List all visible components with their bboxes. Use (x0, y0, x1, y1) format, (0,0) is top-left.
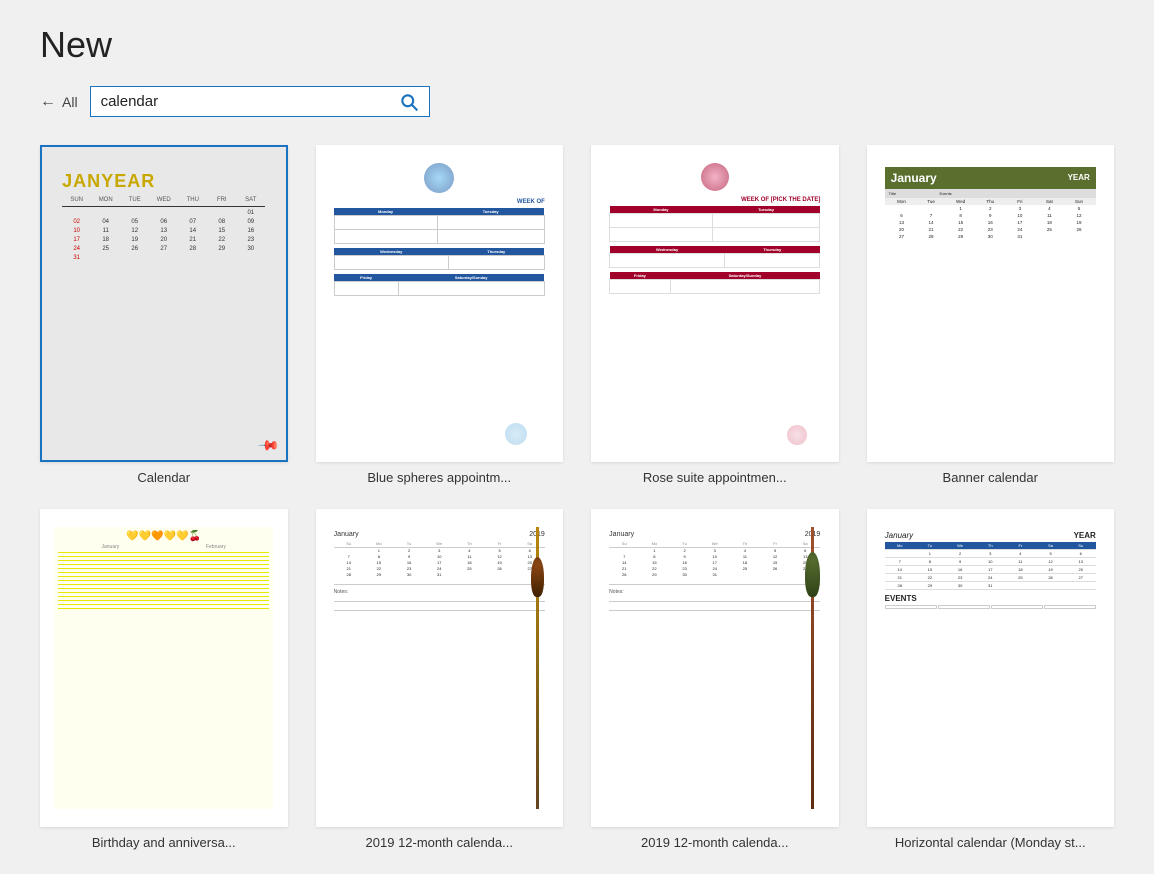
page-title: New (40, 24, 1114, 66)
template-item[interactable]: WEEK OF [PICK THE DATE] MondayTuesday We… (591, 145, 839, 485)
template-item[interactable]: January 2019 Su Mo Tu We Th Fr Sa 123456… (316, 509, 564, 849)
template-label: Birthday and anniversa... (40, 835, 288, 850)
back-arrow-icon: ← (40, 93, 56, 111)
search-bar: ← All (40, 86, 1114, 117)
all-label[interactable]: All (62, 94, 78, 110)
template-item[interactable]: January 2019 Su Mo Tu We Th Fr Sa 123456… (591, 509, 839, 849)
search-button[interactable] (391, 88, 427, 116)
template-label: Banner calendar (867, 470, 1115, 485)
search-icon (399, 92, 419, 112)
template-thumbnail[interactable]: January YEAR Mo Tu We Th Fr Sa Su 123456 (867, 509, 1115, 826)
search-input-wrapper (90, 86, 430, 117)
template-label: Blue spheres appointm... (316, 470, 564, 485)
template-label: 2019 12-month calenda... (591, 835, 839, 850)
template-thumbnail[interactable]: January 2019 Su Mo Tu We Th Fr Sa 123456… (316, 509, 564, 826)
template-label: Horizontal calendar (Monday st... (867, 835, 1115, 850)
template-item[interactable]: January YEAR Title Events Mon Tue Wed Th… (867, 145, 1115, 485)
template-item[interactable]: JANYEAR SUN MON TUE WED THU FRI SAT (40, 145, 288, 485)
template-label: 2019 12-month calenda... (316, 835, 564, 850)
all-back-link[interactable]: ← All (40, 93, 78, 111)
template-item[interactable]: 💛💛🧡💛💛🍒 January February (40, 509, 288, 849)
template-thumbnail[interactable]: JANYEAR SUN MON TUE WED THU FRI SAT (40, 145, 288, 462)
template-label: Calendar (40, 470, 288, 485)
template-thumbnail[interactable]: January YEAR Title Events Mon Tue Wed Th… (867, 145, 1115, 462)
template-item[interactable]: January YEAR Mo Tu We Th Fr Sa Su 123456 (867, 509, 1115, 849)
search-input[interactable] (91, 87, 391, 116)
template-thumbnail[interactable]: January 2019 Su Mo Tu We Th Fr Sa 123456… (591, 509, 839, 826)
templates-grid: JANYEAR SUN MON TUE WED THU FRI SAT (40, 145, 1114, 850)
template-label: Rose suite appointmen... (591, 470, 839, 485)
template-thumbnail[interactable]: WEEK OF MondayTuesday WednesdayThursday … (316, 145, 564, 462)
template-thumbnail[interactable]: 💛💛🧡💛💛🍒 January February (40, 509, 288, 826)
template-item[interactable]: WEEK OF MondayTuesday WednesdayThursday … (316, 145, 564, 485)
template-thumbnail[interactable]: WEEK OF [PICK THE DATE] MondayTuesday We… (591, 145, 839, 462)
